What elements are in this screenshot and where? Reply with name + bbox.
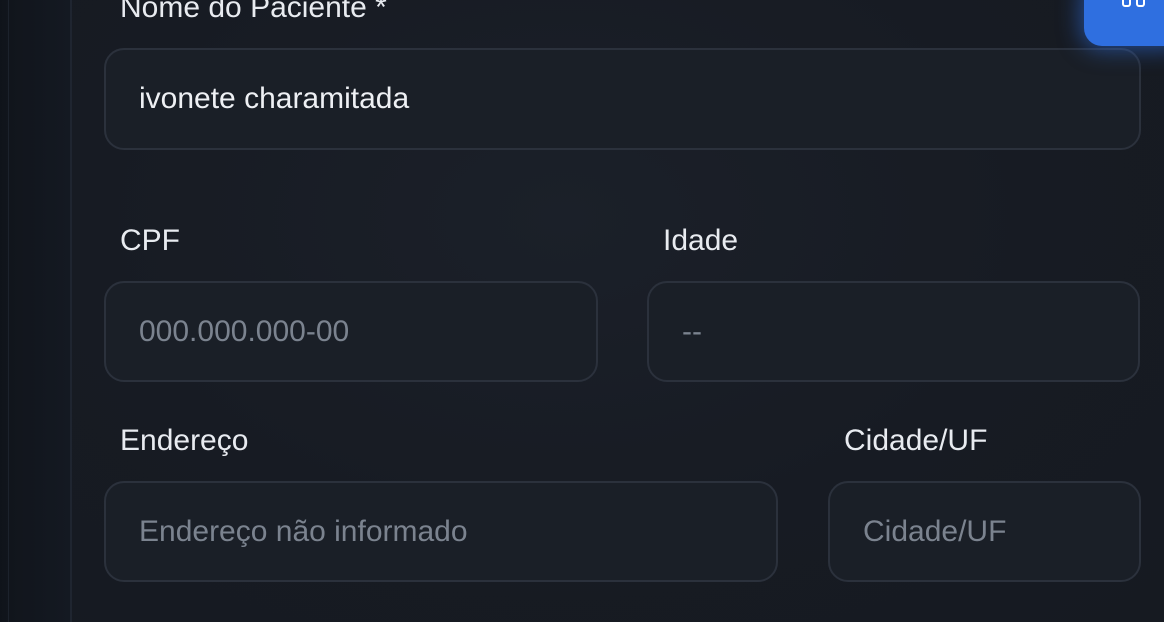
cpf-placeholder: 000.000.000-00 bbox=[139, 314, 350, 348]
sidebar-edge bbox=[0, 0, 72, 622]
grid-action-button[interactable] bbox=[1084, 0, 1164, 46]
city-field[interactable]: Cidade/UF bbox=[828, 481, 1141, 582]
age-placeholder: -- bbox=[682, 314, 702, 348]
city-placeholder: Cidade/UF bbox=[863, 514, 1007, 548]
cpf-label: CPF bbox=[120, 224, 180, 257]
sidebar-divider bbox=[8, 0, 9, 622]
city-label: Cidade/UF bbox=[844, 424, 988, 457]
address-placeholder: Endereço não informado bbox=[139, 514, 468, 548]
address-label: Endereço bbox=[120, 424, 249, 457]
age-label: Idade bbox=[663, 224, 739, 257]
patient-name-field[interactable]: ivonete charamitada bbox=[104, 48, 1141, 150]
age-field[interactable]: -- bbox=[647, 281, 1140, 382]
cpf-field[interactable]: 000.000.000-00 bbox=[104, 281, 598, 382]
address-field[interactable]: Endereço não informado bbox=[104, 481, 778, 582]
patient-name-value: ivonete charamitada bbox=[139, 82, 410, 115]
patient-name-label: Nome do Paciente * bbox=[120, 0, 387, 24]
grid-icon bbox=[1122, 0, 1145, 7]
